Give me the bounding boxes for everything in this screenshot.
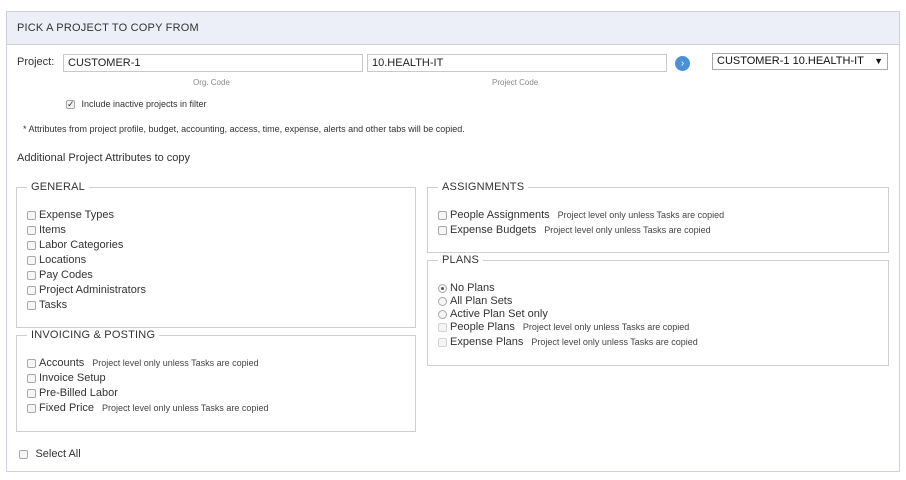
general-group: GENERAL Expense Types Items Labor Catego… [16, 181, 416, 328]
radio[interactable] [438, 283, 447, 293]
invoicing-item-accounts[interactable]: Accounts Project level only unless Tasks … [27, 356, 259, 370]
item-label: Expense Budgets [450, 224, 537, 236]
item-label: Items [39, 224, 66, 236]
general-item-labor-categories[interactable]: Labor Categories [27, 238, 123, 252]
general-item-pay-codes[interactable]: Pay Codes [27, 268, 93, 282]
item-label: Pre-Billed Labor [39, 387, 118, 399]
org-code-input[interactable]: CUSTOMER-1 [63, 54, 363, 72]
checkbox[interactable] [27, 255, 36, 265]
checkbox[interactable] [27, 403, 36, 413]
checkbox[interactable] [438, 225, 447, 235]
item-label: Expense Plans [450, 336, 524, 348]
item-label: Accounts [39, 357, 85, 369]
invoicing-item-fixed-price[interactable]: Fixed Price Project level only unless Tas… [27, 401, 268, 415]
checkbox[interactable] [27, 285, 36, 295]
project-select-value: CUSTOMER-1 10.HEALTH-IT [717, 55, 864, 67]
assignments-group: ASSIGNMENTS People Assignments Project le… [427, 181, 889, 253]
plans-radio-no-plans[interactable]: No Plans [438, 281, 495, 295]
chevron-right-icon: › [680, 58, 685, 69]
item-note: Project level only unless Tasks are copi… [92, 358, 259, 368]
checkbox[interactable] [438, 210, 447, 220]
invoicing-item-pre-billed-labor[interactable]: Pre-Billed Labor [27, 386, 118, 400]
go-button[interactable]: › [675, 56, 690, 71]
item-note: Project level only unless Tasks are copi… [544, 225, 711, 235]
item-label: Project Administrators [39, 284, 146, 296]
item-label: Pay Codes [39, 269, 93, 281]
item-note: Project level only unless Tasks are copi… [557, 210, 725, 220]
radio-label: No Plans [450, 282, 495, 294]
invoicing-group: INVOICING & POSTING Accounts Project leve… [16, 329, 416, 432]
select-all-label: Select All [35, 448, 81, 460]
radio[interactable] [438, 296, 447, 306]
item-label: People Assignments [450, 209, 550, 221]
item-label: People Plans [450, 321, 515, 333]
checkbox[interactable] [27, 373, 36, 383]
general-item-items[interactable]: Items [27, 223, 66, 237]
invoicing-item-invoice-setup[interactable]: Invoice Setup [27, 371, 106, 385]
assignments-item-people-assignments[interactable]: People Assignments Project level only unl… [438, 208, 724, 222]
general-item-locations[interactable]: Locations [27, 253, 86, 267]
panel-header: PICK A PROJECT TO COPY FROM [7, 12, 899, 45]
general-item-tasks[interactable]: Tasks [27, 298, 67, 312]
checkbox[interactable] [438, 337, 447, 347]
checkbox[interactable] [27, 300, 36, 310]
assignments-item-expense-budgets[interactable]: Expense Budgets Project level only unless… [438, 223, 711, 237]
item-note: Project level only unless Tasks are copi… [102, 403, 269, 413]
checkbox[interactable] [27, 358, 36, 368]
item-note: Project level only unless Tasks are copi… [531, 337, 698, 347]
assignments-legend: ASSIGNMENTS [438, 181, 529, 194]
project-code-caption: Project Code [492, 78, 539, 87]
project-label: Project: [17, 56, 55, 68]
checkbox[interactable] [438, 322, 447, 332]
checkbox[interactable] [27, 270, 36, 280]
checkbox[interactable] [27, 210, 36, 220]
checkbox[interactable] [27, 388, 36, 398]
checkbox[interactable] [27, 225, 36, 235]
org-code-caption: Org. Code [193, 78, 230, 87]
plans-item-expense-plans[interactable]: Expense Plans Project level only unless T… [438, 335, 698, 349]
project-code-input[interactable]: 10.HEALTH-IT [367, 54, 667, 72]
additional-attributes-heading: Additional Project Attributes to copy [17, 152, 191, 164]
attributes-note: * Attributes from project profile, budge… [23, 124, 465, 134]
item-label: Invoice Setup [39, 372, 106, 384]
item-label: Fixed Price [39, 402, 95, 414]
include-inactive-checkbox[interactable] [66, 98, 75, 110]
radio-label: All Plan Sets [450, 295, 513, 307]
panel-title: PICK A PROJECT TO COPY FROM [17, 22, 199, 34]
select-all-checkbox[interactable] [19, 449, 28, 459]
plans-item-people-plans[interactable]: People Plans Project level only unless Ta… [438, 320, 689, 334]
general-legend: GENERAL [27, 181, 89, 194]
checkbox[interactable] [27, 240, 36, 250]
plans-legend: PLANS [438, 254, 484, 267]
include-inactive-label: Include inactive projects in filter [81, 99, 207, 109]
include-inactive-row: Include inactive projects in filter [66, 98, 207, 110]
radio[interactable] [438, 309, 447, 319]
general-item-expense-types[interactable]: Expense Types [27, 208, 114, 222]
item-label: Expense Types [39, 209, 115, 221]
item-label: Locations [39, 254, 87, 266]
project-select[interactable]: CUSTOMER-1 10.HEALTH-IT ▼ [712, 53, 888, 70]
item-note: Project level only unless Tasks are copi… [522, 322, 690, 332]
general-item-project-administrators[interactable]: Project Administrators [27, 283, 146, 297]
plans-group: PLANS No Plans All Plan Sets Active Plan… [427, 254, 889, 366]
radio-label: Active Plan Set only [450, 308, 548, 320]
plans-radio-active-plan-set[interactable]: Active Plan Set only [438, 307, 548, 321]
item-label: Tasks [39, 299, 68, 311]
plans-radio-all-plan-sets[interactable]: All Plan Sets [438, 294, 512, 308]
item-label: Labor Categories [39, 239, 124, 251]
invoicing-legend: INVOICING & POSTING [27, 329, 160, 342]
dropdown-arrow-icon: ▼ [874, 56, 883, 66]
select-all-row[interactable]: Select All [19, 447, 81, 461]
